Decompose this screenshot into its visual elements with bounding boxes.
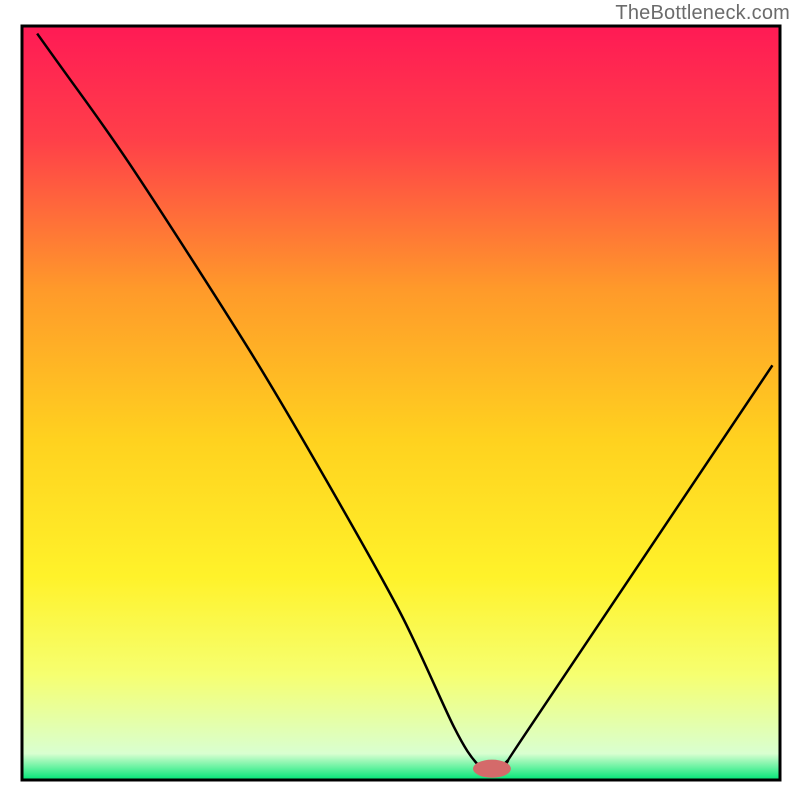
bottleneck-chart [0,0,800,800]
watermark-text: TheBottleneck.com [615,2,790,25]
optimal-point-marker [473,760,511,778]
gradient-background [22,26,780,780]
chart-container: TheBottleneck.com [0,0,800,800]
